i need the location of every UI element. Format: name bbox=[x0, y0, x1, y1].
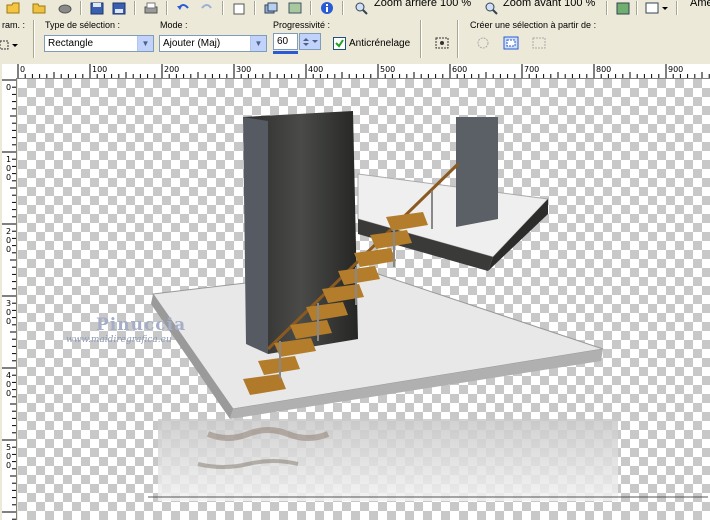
redo-icon[interactable] bbox=[198, 0, 216, 16]
ruler-h-label: 300 bbox=[236, 65, 252, 74]
selection-type-select[interactable]: Rectangle ▼ bbox=[44, 35, 154, 52]
layers-icon[interactable] bbox=[262, 0, 280, 16]
ruler-v-label: 200 bbox=[6, 227, 12, 254]
browse-icon[interactable] bbox=[56, 0, 74, 16]
horizontal-ruler[interactable]: 0 100 200 300 400 500 600 700 800 900 bbox=[16, 64, 710, 79]
mode-label: Mode : bbox=[160, 20, 188, 30]
main-toolbar: Zoom arrière 100 % Zoom avant 100 % Ame bbox=[0, 0, 710, 18]
ruler-h-label: 200 bbox=[164, 65, 180, 74]
staircase-render bbox=[148, 111, 708, 501]
chevron-down-icon[interactable]: ▼ bbox=[250, 36, 266, 51]
ruler-h-label: 900 bbox=[668, 65, 684, 74]
params-label: ram. : bbox=[2, 20, 26, 30]
ruler-v-label: 100 bbox=[6, 155, 12, 182]
window-menu-icon[interactable] bbox=[644, 0, 670, 16]
create-from-label: Créer une sélection à partir de : bbox=[470, 20, 597, 30]
select-all-icon[interactable] bbox=[434, 36, 450, 50]
mode-select[interactable]: Ajouter (Maj) ▼ bbox=[159, 35, 267, 52]
feather-spinner[interactable] bbox=[299, 33, 321, 50]
ruler-h-label: 400 bbox=[308, 65, 324, 74]
selection-type-label: Type de sélection : bbox=[45, 20, 121, 30]
feather-label: Progressivité : bbox=[273, 20, 331, 30]
antialias-label: Anticrénelage bbox=[349, 38, 411, 49]
ruler-v-label: 400 bbox=[6, 371, 12, 398]
mode-value: Ajouter (Maj) bbox=[163, 38, 221, 49]
undo-icon[interactable] bbox=[174, 0, 192, 16]
refresh-icon[interactable] bbox=[614, 0, 632, 16]
selection-type-value: Rectangle bbox=[48, 38, 94, 49]
vertical-ruler[interactable]: 0 100 200 300 400 500 bbox=[2, 78, 17, 520]
ruler-v-label: 0 bbox=[6, 83, 12, 92]
info-icon[interactable] bbox=[318, 0, 336, 16]
save-icon[interactable] bbox=[88, 0, 106, 16]
save-as-icon[interactable] bbox=[110, 0, 128, 16]
ruler-h-label: 700 bbox=[524, 65, 540, 74]
ruler-h-label: 100 bbox=[92, 65, 108, 74]
watermark: Pinuccia www.maidiregrafica.eu bbox=[66, 315, 186, 345]
selection-from-mask-icon[interactable] bbox=[531, 36, 547, 50]
chevron-down-icon[interactable]: ▼ bbox=[137, 36, 153, 51]
ruler-corner bbox=[2, 64, 17, 79]
selection-from-canvas-icon[interactable] bbox=[503, 36, 519, 50]
watermark-name: Pinuccia bbox=[96, 315, 187, 335]
ruler-h-label: 800 bbox=[596, 65, 612, 74]
watermark-url: www.maidiregrafica.eu bbox=[66, 335, 172, 345]
new-file-icon[interactable] bbox=[4, 0, 22, 16]
ruler-v-label: 300 bbox=[6, 299, 12, 326]
cut-label[interactable]: Ame bbox=[690, 0, 710, 9]
ruler-v-label: 500 bbox=[6, 443, 12, 470]
zoom-out-label[interactable]: Zoom arrière 100 % bbox=[374, 0, 471, 9]
open-folder-icon[interactable] bbox=[30, 0, 48, 16]
zoom-out-icon[interactable] bbox=[352, 0, 370, 16]
ruler-h-label: 600 bbox=[452, 65, 468, 74]
feather-slider[interactable] bbox=[273, 51, 298, 54]
selection-from-layer-icon[interactable] bbox=[475, 36, 491, 50]
zoom-in-label[interactable]: Zoom avant 100 % bbox=[503, 0, 595, 9]
zoom-in-icon[interactable] bbox=[482, 0, 500, 16]
canvas-image[interactable]: Pinuccia www.maidiregrafica.eu bbox=[18, 79, 710, 520]
tool-options-bar: ram. : Type de sélection : Rectangle ▼ M… bbox=[0, 17, 710, 63]
ruler-h-label: 0 bbox=[20, 65, 26, 74]
presets-button[interactable] bbox=[0, 38, 20, 52]
paste-icon[interactable] bbox=[230, 0, 248, 16]
feather-input[interactable]: 60 bbox=[273, 33, 298, 50]
image-icon[interactable] bbox=[286, 0, 304, 16]
antialias-checkbox[interactable] bbox=[333, 37, 346, 50]
print-icon[interactable] bbox=[142, 0, 160, 16]
ruler-h-label: 500 bbox=[380, 65, 396, 74]
